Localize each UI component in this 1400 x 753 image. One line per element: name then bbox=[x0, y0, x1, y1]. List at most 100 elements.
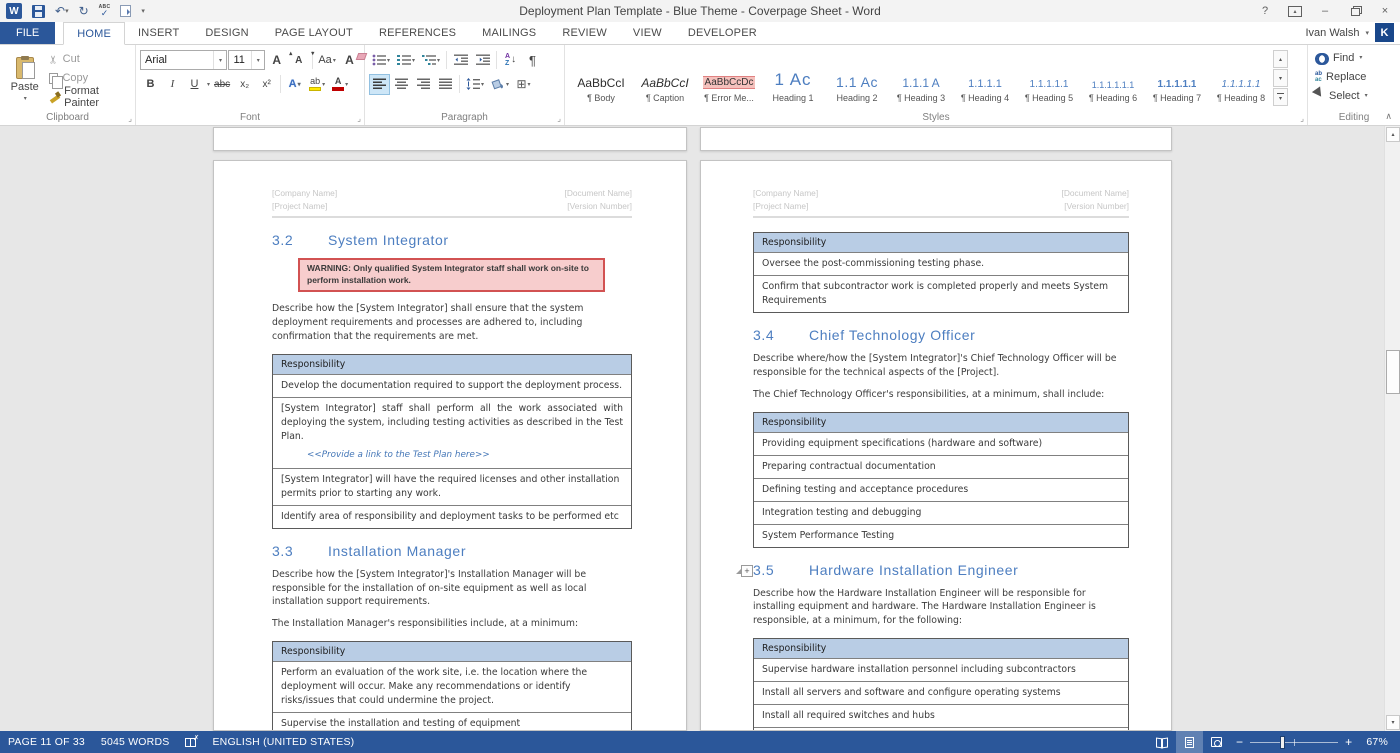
underline-button[interactable]: U bbox=[184, 74, 205, 95]
bold-button[interactable]: B bbox=[140, 74, 161, 95]
heading-3-3[interactable]: 3.3 Installation Manager bbox=[272, 543, 632, 559]
scroll-up-button[interactable]: ▴ bbox=[1386, 127, 1400, 142]
sort-button[interactable]: AZ↓ bbox=[500, 50, 521, 71]
style-error-message[interactable]: AaBbCcDc¶ Error Me... bbox=[698, 50, 760, 106]
multilevel-list-button[interactable]: ▾ bbox=[419, 50, 443, 71]
zoom-percentage[interactable]: 67% bbox=[1358, 736, 1392, 748]
table-row[interactable]: Install all required switches and hubs bbox=[754, 705, 1128, 728]
table-row[interactable]: Preparing contractual documentation bbox=[754, 456, 1128, 479]
zoom-in-button[interactable]: + bbox=[1345, 735, 1352, 749]
italic-button[interactable]: I bbox=[162, 74, 183, 95]
paragraph-dialog-launcher[interactable]: ⌟ bbox=[557, 115, 561, 123]
close-button[interactable]: × bbox=[1370, 0, 1400, 22]
minimize-button[interactable]: – bbox=[1310, 0, 1340, 22]
page-right[interactable]: [Company Name] [Project Name] [Document … bbox=[700, 160, 1172, 731]
table-row[interactable]: Oversee the post-commissioning testing p… bbox=[754, 253, 1128, 276]
customize-qat-button[interactable]: ▾ bbox=[141, 7, 145, 15]
find-button[interactable]: Find▾ bbox=[1312, 48, 1396, 67]
vertical-scrollbar[interactable]: ▴ ▾ bbox=[1384, 126, 1400, 731]
strikethrough-button[interactable]: abc bbox=[211, 74, 233, 95]
table-row[interactable]: System Performance Testing bbox=[754, 525, 1128, 547]
save-button[interactable] bbox=[32, 2, 45, 20]
show-formatting-button[interactable]: ¶ bbox=[522, 50, 543, 71]
table-row[interactable]: Providing equipment specifications (hard… bbox=[754, 433, 1128, 456]
collapse-ribbon-button[interactable]: ∧ bbox=[1385, 111, 1392, 122]
tab-mailings[interactable]: MAILINGS bbox=[469, 21, 549, 44]
cut-button[interactable]: ✂Cut bbox=[47, 50, 131, 68]
scrollbar-thumb[interactable] bbox=[1386, 350, 1400, 394]
font-family-combobox[interactable]: Arial ▾ bbox=[140, 50, 227, 70]
paragraph[interactable]: Describe how the [System Integrator] sha… bbox=[272, 302, 632, 344]
tab-insert[interactable]: INSERT bbox=[125, 21, 192, 44]
font-dialog-launcher[interactable]: ⌟ bbox=[357, 115, 361, 123]
styles-scroll-up-button[interactable]: ▴ bbox=[1273, 50, 1288, 68]
tab-design[interactable]: DESIGN bbox=[192, 21, 261, 44]
clear-formatting-button[interactable]: A bbox=[339, 50, 360, 71]
font-size-combobox[interactable]: 11 ▾ bbox=[228, 50, 265, 70]
numbering-button[interactable]: ▾ bbox=[394, 50, 418, 71]
table-row[interactable]: Develop the documentation required to su… bbox=[273, 375, 631, 398]
table-header[interactable]: Responsibility bbox=[754, 233, 1128, 253]
word-logo-icon[interactable]: W bbox=[6, 3, 22, 19]
table-row[interactable]: [System Integrator] staff shall perform … bbox=[273, 398, 631, 469]
align-left-button[interactable] bbox=[369, 74, 390, 95]
paragraph[interactable]: Describe how the [System Integrator]'s I… bbox=[272, 568, 632, 610]
header-company[interactable]: [Company Name] bbox=[753, 187, 818, 200]
borders-button[interactable]: ⊞▾ bbox=[513, 74, 534, 95]
table-header[interactable]: Responsibility bbox=[273, 642, 631, 662]
table-row[interactable]: Supervise hardware installation personne… bbox=[754, 659, 1128, 682]
language-indicator[interactable]: ENGLISH (UNITED STATES) bbox=[204, 731, 362, 753]
restore-button[interactable] bbox=[1340, 0, 1370, 22]
styles-scroll-down-button[interactable]: ▾ bbox=[1273, 69, 1288, 87]
style-heading-4[interactable]: 1.1.1.1¶ Heading 4 bbox=[954, 50, 1016, 106]
font-color-button[interactable]: A▾ bbox=[329, 74, 351, 95]
paragraph[interactable]: The Chief Technology Officer's responsib… bbox=[753, 388, 1129, 402]
table-header[interactable]: Responsibility bbox=[273, 355, 631, 375]
style-body[interactable]: AaBbCcI¶ Body bbox=[570, 50, 632, 106]
print-layout-button[interactable] bbox=[1176, 731, 1203, 753]
tab-references[interactable]: REFERENCES bbox=[366, 21, 469, 44]
quick-access-extra-button[interactable] bbox=[120, 2, 131, 20]
avatar[interactable]: K bbox=[1375, 23, 1394, 42]
paragraph[interactable]: Describe where/how the [System Integrato… bbox=[753, 352, 1129, 380]
tab-developer[interactable]: DEVELOPER bbox=[675, 21, 770, 44]
table-header[interactable]: Responsibility bbox=[754, 413, 1128, 433]
table-row[interactable]: Install all servers and software and con… bbox=[754, 682, 1128, 705]
tab-review[interactable]: REVIEW bbox=[549, 21, 620, 44]
header-project[interactable]: [Project Name] bbox=[753, 200, 818, 213]
style-heading-2[interactable]: 1.1 AcHeading 2 bbox=[826, 50, 888, 106]
header-project[interactable]: [Project Name] bbox=[272, 200, 337, 213]
ribbon-display-options-button[interactable]: ▴ bbox=[1280, 0, 1310, 22]
header-version[interactable]: [Version Number] bbox=[565, 200, 633, 213]
decrease-indent-button[interactable] bbox=[450, 50, 471, 71]
table-move-handle[interactable]: + bbox=[741, 565, 753, 577]
table-row[interactable]: Identify area of responsibility and depl… bbox=[273, 506, 631, 528]
web-layout-button[interactable] bbox=[1203, 731, 1230, 753]
table-row[interactable]: Confirm that subcontractor work is compl… bbox=[754, 276, 1128, 312]
justify-button[interactable] bbox=[435, 74, 456, 95]
table-header[interactable]: Responsibility bbox=[754, 639, 1128, 659]
word-count[interactable]: 5045 WORDS bbox=[93, 731, 178, 753]
format-painter-button[interactable]: Format Painter bbox=[47, 88, 131, 106]
underline-caret-icon[interactable]: ▾ bbox=[207, 81, 210, 88]
text-effects-button[interactable]: A▾ bbox=[284, 74, 305, 95]
heading-3-2[interactable]: 3.2 System Integrator bbox=[272, 232, 632, 248]
heading-3-4[interactable]: 3.4 Chief Technology Officer bbox=[753, 327, 1129, 343]
proofing-status-button[interactable] bbox=[177, 731, 204, 753]
page-left[interactable]: [Company Name] [Project Name] [Document … bbox=[213, 160, 687, 731]
heading-3-5[interactable]: ◢ 3.5 Hardware Installation Engineer bbox=[753, 562, 1129, 578]
account-area[interactable]: Ivan Walsh ▾ K bbox=[1305, 21, 1400, 44]
style-heading-1[interactable]: 1 AcHeading 1 bbox=[762, 50, 824, 106]
table-row[interactable]: [System Integrator] will have the requir… bbox=[273, 469, 631, 506]
paragraph[interactable]: The Installation Manager's responsibilit… bbox=[272, 617, 632, 631]
read-mode-button[interactable] bbox=[1149, 731, 1176, 753]
header-version[interactable]: [Version Number] bbox=[1062, 200, 1130, 213]
bullets-button[interactable]: ▾ bbox=[369, 50, 393, 71]
increase-indent-button[interactable] bbox=[472, 50, 493, 71]
styles-dialog-launcher[interactable]: ⌟ bbox=[1300, 115, 1304, 123]
grow-font-button[interactable]: A▴ bbox=[266, 50, 287, 71]
table-row[interactable]: Supervise the installation and testing o… bbox=[273, 713, 631, 731]
warning-box[interactable]: WARNING: Only qualified System Integrato… bbox=[298, 258, 605, 292]
header-docname[interactable]: [Document Name] bbox=[1062, 187, 1130, 200]
shrink-font-button[interactable]: A▾ bbox=[288, 50, 309, 71]
